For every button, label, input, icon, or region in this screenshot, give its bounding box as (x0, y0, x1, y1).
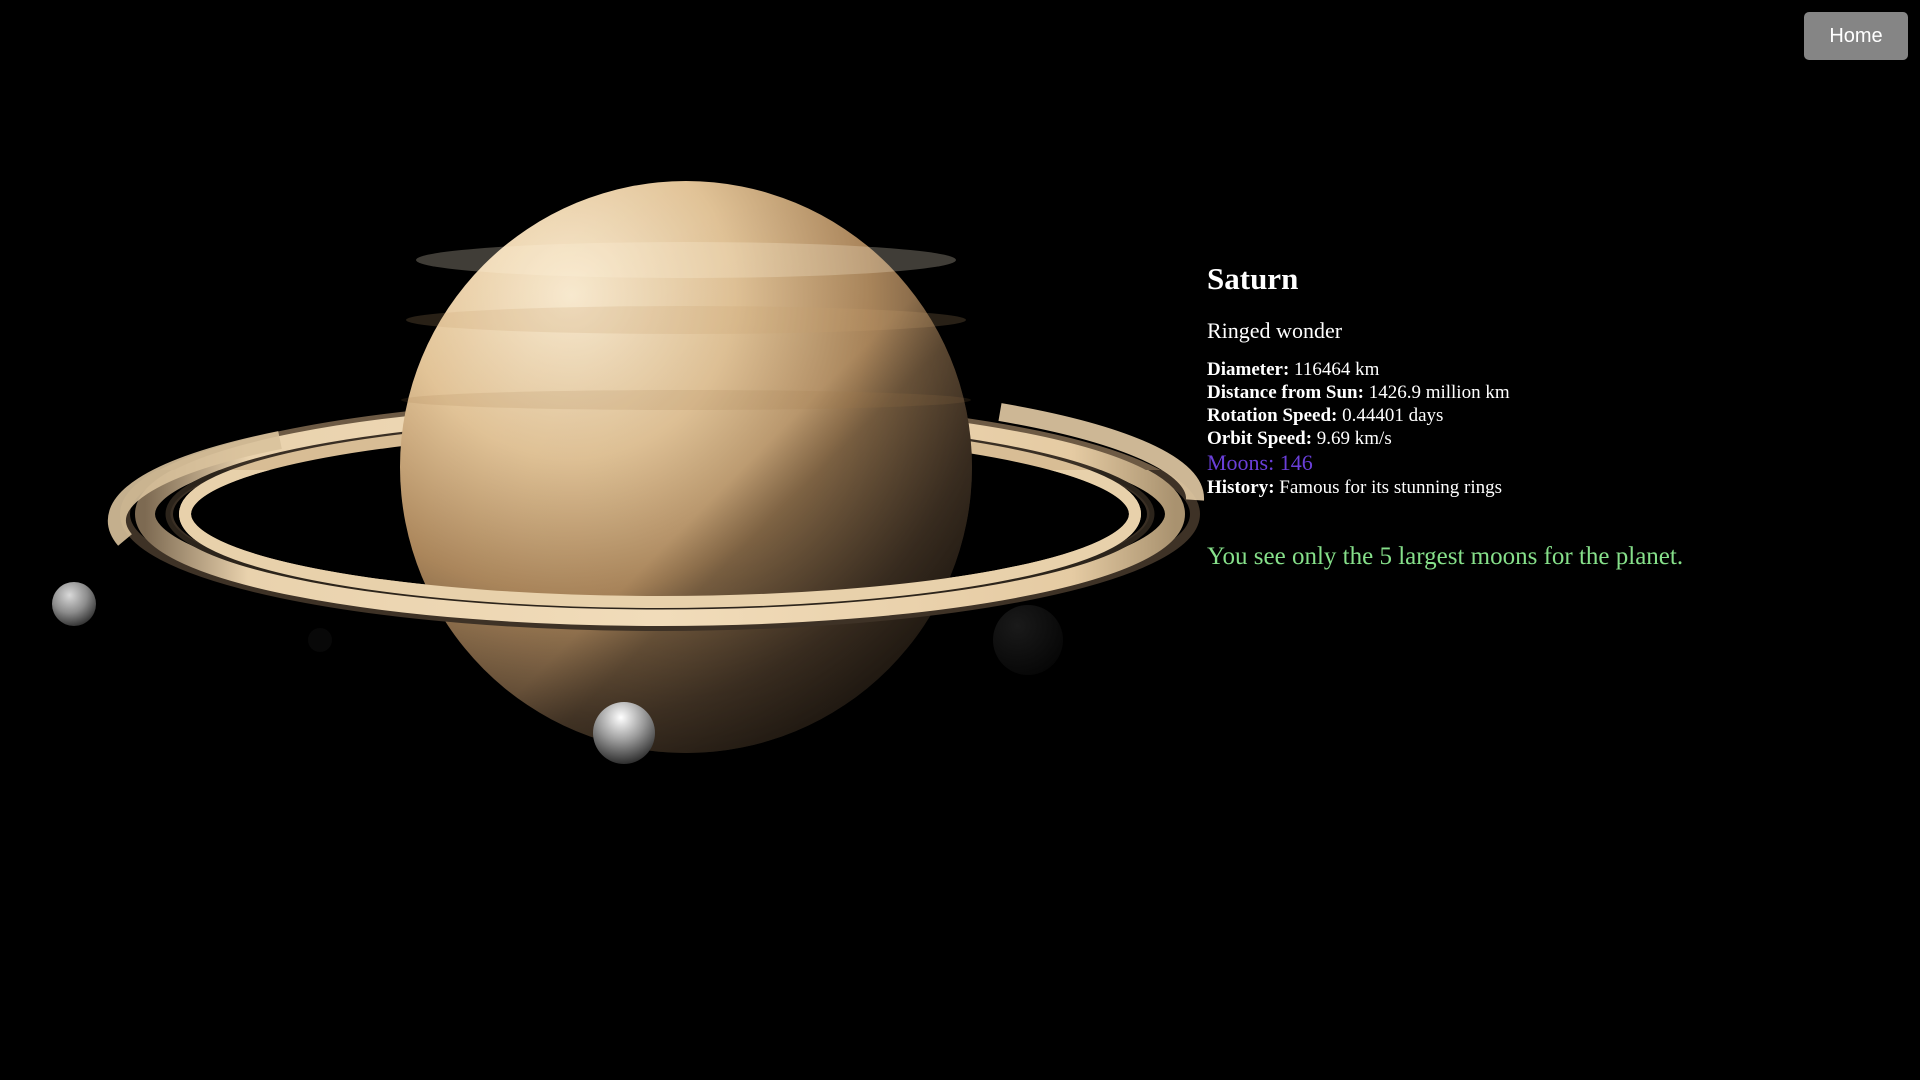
home-button[interactable]: Home (1804, 12, 1908, 60)
fact-distance-label: Distance from Sun: (1207, 382, 1364, 403)
fact-moons-link[interactable]: Moons: 146 (1207, 450, 1887, 476)
fact-rotation: Rotation Speed: 0.44401 days (1207, 404, 1887, 427)
fact-distance: Distance from Sun: 1426.9 million km (1207, 381, 1887, 404)
fact-diameter-value: 116464 km (1289, 359, 1380, 380)
fact-orbit-value: 9.69 km/s (1312, 428, 1392, 449)
moon-dark-left (308, 628, 332, 652)
fact-orbit-label: Orbit Speed: (1207, 428, 1313, 449)
fact-orbit: Orbit Speed: 9.69 km/s (1207, 427, 1887, 450)
planet-info-panel: Saturn Ringed wonder Diameter: 116464 km… (1207, 258, 1887, 573)
moons-note: You see only the 5 largest moons for the… (1207, 543, 1684, 570)
fact-diameter: Diameter: 116464 km (1207, 358, 1887, 381)
moon-dark-right (993, 605, 1063, 675)
planet-tagline: Ringed wonder (1207, 318, 1343, 343)
saturn-planet (400, 181, 972, 753)
fact-diameter-label: Diameter: (1207, 359, 1290, 380)
moon-left (52, 582, 96, 626)
fact-history-value: Famous for its stunning rings (1274, 477, 1503, 498)
fact-rotation-value: 0.44401 days (1337, 405, 1444, 426)
fact-history-label: History: (1207, 477, 1275, 498)
planet-viewer: Home Saturn Ringed wonder Diameter: 1164… (0, 0, 1920, 1080)
planet-name: Saturn (1207, 261, 1299, 296)
moon-front (593, 702, 655, 764)
fact-history: History: Famous for its stunning rings (1207, 476, 1887, 499)
fact-rotation-label: Rotation Speed: (1207, 405, 1338, 426)
fact-distance-value: 1426.9 million km (1363, 382, 1510, 403)
